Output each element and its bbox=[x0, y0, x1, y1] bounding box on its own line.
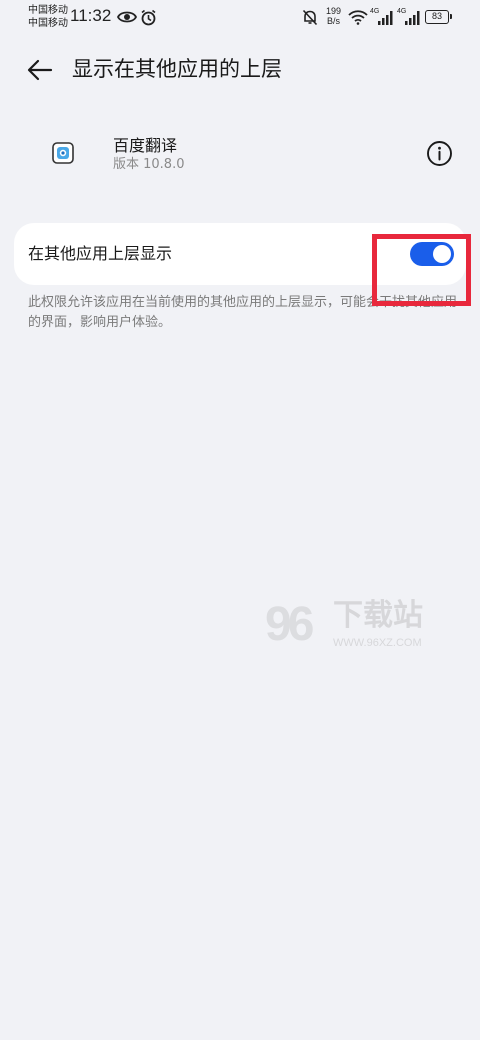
arrow-left-icon[interactable] bbox=[24, 54, 56, 86]
app-bar: 显示在其他应用的上层 bbox=[0, 48, 480, 92]
signal-icon bbox=[405, 11, 420, 25]
watermark-url: WWW.96XZ.COM bbox=[333, 637, 422, 649]
setting-label: 在其他应用上层显示 bbox=[28, 244, 173, 263]
app-version: 版本 10.8.0 bbox=[113, 157, 185, 172]
app-name: 百度翻译 bbox=[113, 136, 178, 155]
watermark-number: 96 bbox=[265, 598, 314, 651]
network-speed-value: 199 bbox=[326, 6, 342, 16]
signal-icon bbox=[378, 11, 393, 25]
app-icon bbox=[52, 142, 74, 164]
bell-muted-icon bbox=[302, 9, 318, 26]
carrier-1: 中国移动 bbox=[28, 5, 68, 16]
watermark-text: 下载站 bbox=[333, 598, 423, 633]
network-speed-unit: B/s bbox=[327, 16, 341, 26]
network-speed: 199 B/s bbox=[326, 6, 341, 26]
watermark: 96 下载站 WWW.96XZ.COM bbox=[265, 596, 435, 658]
highlight-box bbox=[372, 234, 471, 306]
battery-level: 83 bbox=[431, 11, 442, 21]
status-bar: 中国移动 中国移动 11:32 199 B/s 4G 4G 83 bbox=[0, 0, 480, 36]
eye-icon bbox=[117, 11, 137, 23]
carrier-2: 中国移动 bbox=[28, 18, 68, 29]
status-clock: 11:32 bbox=[70, 6, 112, 25]
alarm-icon bbox=[141, 9, 156, 26]
wifi-icon bbox=[348, 10, 368, 25]
app-info-row: 百度翻译 版本 10.8.0 bbox=[0, 130, 480, 180]
page-title: 显示在其他应用的上层 bbox=[72, 57, 282, 81]
info-icon[interactable] bbox=[426, 140, 453, 167]
carrier-info: 中国移动 中国移动 bbox=[28, 4, 68, 30]
battery-icon: 83 bbox=[425, 10, 452, 24]
